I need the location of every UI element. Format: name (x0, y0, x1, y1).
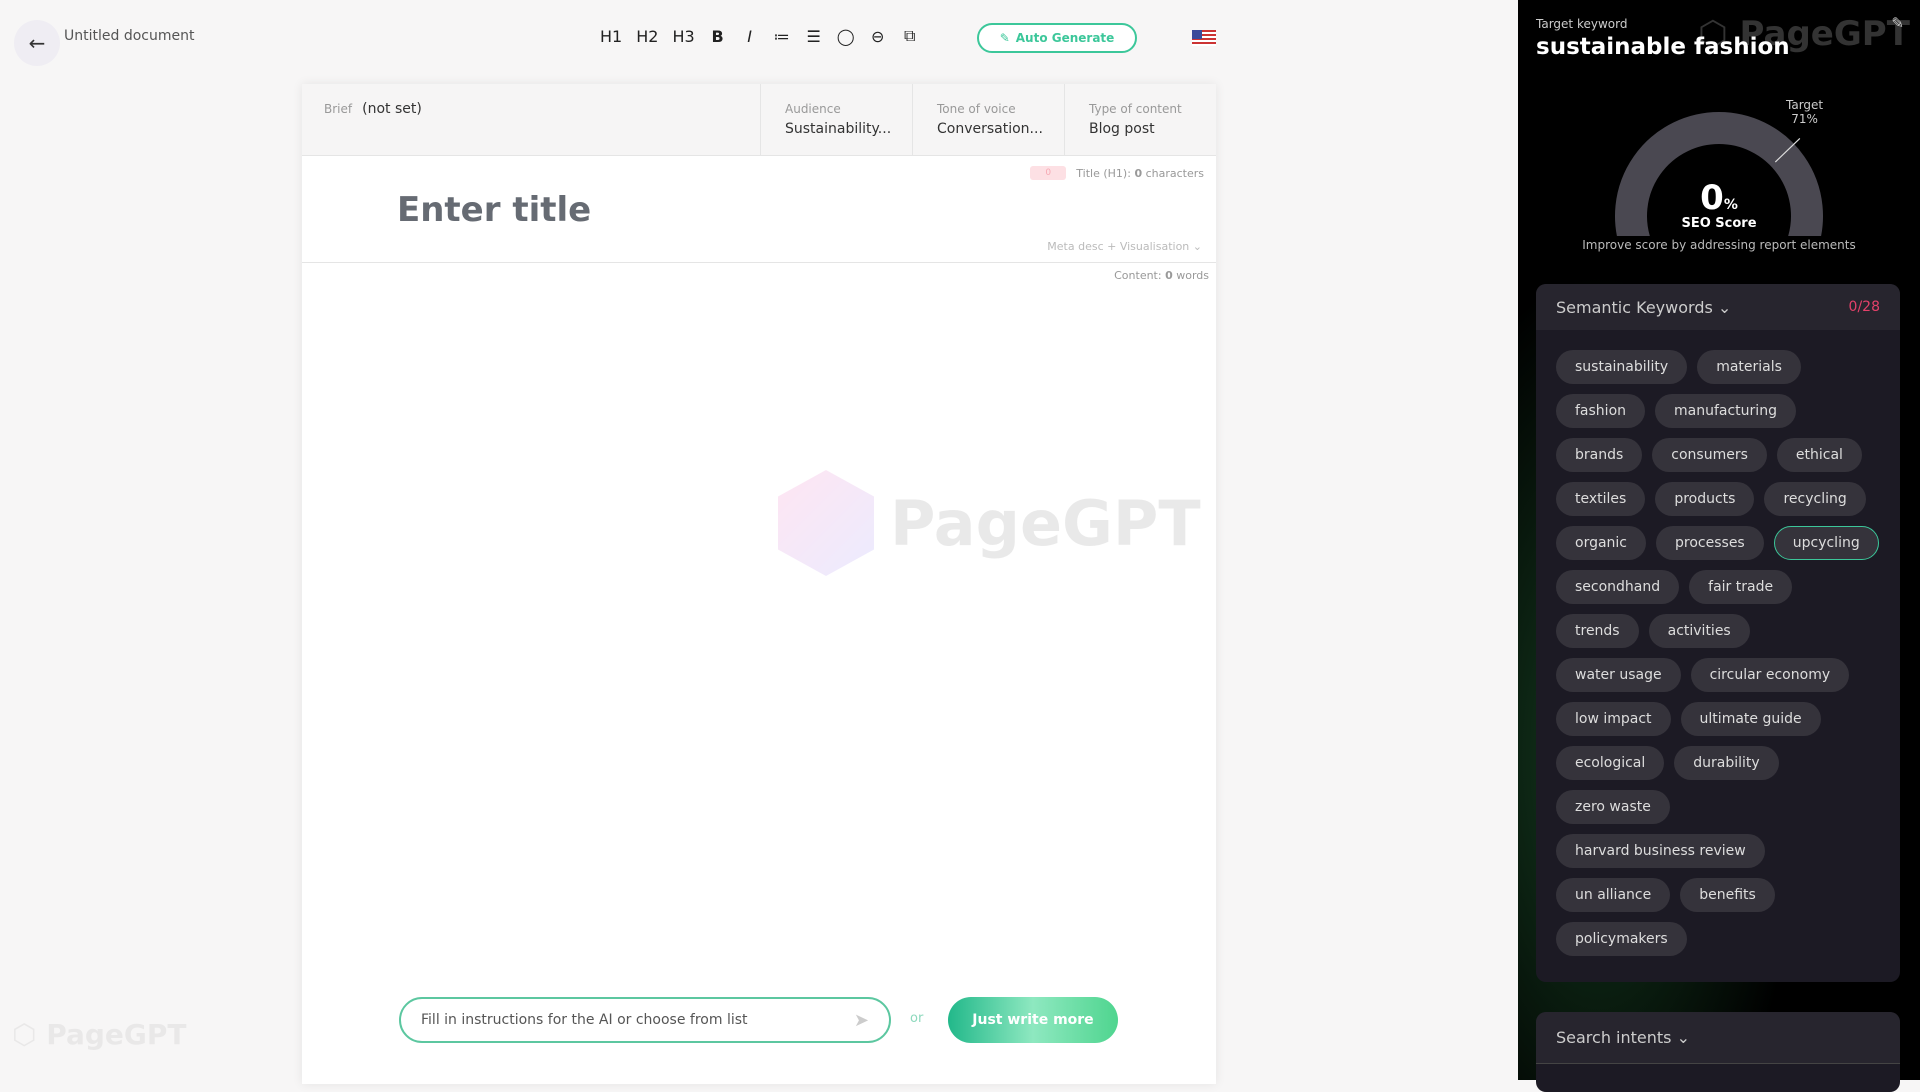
watermark-logo: PageGPT (778, 470, 1201, 576)
keyword-row: brands consumers ethical (1556, 438, 1880, 472)
top-bar: ← Untitled document H1 H2 H3 B I ≔ ☰ ◯ ⊖ ⧉ ✎ Auto … (0, 0, 1518, 76)
word-count: Content: 0 words (1114, 269, 1209, 282)
target-label: Target 71% (1786, 98, 1824, 126)
ai-instruction-input[interactable]: Fill in instructions for the AI or choos… (399, 997, 891, 1043)
keyword-row: water usage circular economy (1556, 658, 1880, 692)
tone-field[interactable]: Tone of voice Conversation... (912, 84, 1064, 155)
audience-field[interactable]: Audience Sustainability... (760, 84, 912, 155)
keyword-chip[interactable]: consumers (1652, 438, 1767, 472)
italic-button[interactable]: I (741, 27, 759, 46)
keyword-chip[interactable]: harvard business review (1556, 834, 1765, 868)
keyword-chip[interactable]: zero waste (1556, 790, 1670, 824)
keyword-chip[interactable]: recycling (1764, 482, 1866, 516)
keyword-chip[interactable]: trends (1556, 614, 1639, 648)
keyword-chip[interactable]: manufacturing (1655, 394, 1796, 428)
title-char-count: 0 Title (H1): 0 characters (1030, 166, 1204, 180)
meta-desc-toggle[interactable]: Meta desc + Visualisation ⌄ (1047, 240, 1202, 253)
ordered-list-button[interactable]: ≔ (773, 27, 791, 46)
or-label: or (910, 1011, 924, 1026)
copy-button[interactable]: ⧉ (901, 26, 919, 46)
brief-field[interactable]: Brief (not set) (302, 84, 760, 155)
keyword-chip[interactable]: materials (1697, 350, 1801, 384)
keyword-row: fashion manufacturing (1556, 394, 1880, 428)
target-keyword-label: Target keyword (1536, 17, 1628, 31)
content-type-field[interactable]: Type of content Blog post (1064, 84, 1216, 155)
keyword-chip[interactable]: processes (1656, 526, 1764, 560)
semantic-keywords-card: Semantic Keywords ⌄ 0/28 sustainability ma… (1536, 284, 1900, 982)
search-intents-header[interactable]: Search intents ⌄ (1536, 1012, 1900, 1064)
keyword-chip[interactable]: organic (1556, 526, 1647, 560)
seo-score-label: SEO Score (1681, 216, 1757, 231)
keyword-row: un alliance benefits (1556, 878, 1880, 912)
brief-bar: Brief (not set) Audience Sustainability...… (302, 84, 1216, 156)
keyword-chip[interactable]: brands (1556, 438, 1643, 472)
keyword-chip[interactable]: fashion (1556, 394, 1646, 428)
bullet-list-button[interactable]: ☰ (805, 27, 823, 46)
keyword-chip[interactable]: benefits (1680, 878, 1775, 912)
keyword-chip[interactable]: fair trade (1689, 570, 1793, 604)
format-toolbar: H1 H2 H3 B I ≔ ☰ ◯ ⊖ ⧉ (600, 26, 919, 46)
keyword-row: sustainability materials (1556, 350, 1880, 384)
editor: Brief (not set) Audience Sustainability...… (302, 84, 1216, 1084)
keyword-chip[interactable]: water usage (1556, 658, 1681, 692)
semantic-keywords-header[interactable]: Semantic Keywords ⌄ 0/28 (1536, 284, 1900, 330)
target-keyword: sustainable fashion (1536, 34, 1790, 60)
keyword-chip[interactable]: upcycling (1773, 526, 1879, 560)
keyword-row: secondhand fair trade (1556, 570, 1880, 604)
search-intents-card: Search intents ⌄ (1536, 1012, 1900, 1092)
keyword-chip[interactable]: policymakers (1556, 922, 1687, 956)
pencil-icon: ✎ (999, 31, 1010, 45)
keyword-row: textiles products recycling (1556, 482, 1880, 516)
keyword-chip[interactable]: sustainability (1556, 350, 1688, 384)
back-button[interactable]: ← (14, 20, 60, 66)
h1-button[interactable]: H1 (600, 27, 622, 46)
keyword-chip[interactable]: ethical (1776, 438, 1862, 472)
keyword-chip[interactable]: textiles (1556, 482, 1646, 516)
keyword-row: trends activities (1556, 614, 1880, 648)
keyword-chip[interactable]: ecological (1556, 746, 1665, 780)
document-title[interactable]: Untitled document (64, 28, 194, 44)
keyword-chip[interactable]: activities (1648, 614, 1750, 648)
link-button[interactable]: ⊖ (869, 27, 887, 46)
keyword-chip[interactable]: low impact (1556, 702, 1671, 736)
bold-button[interactable]: B (709, 27, 727, 46)
keyword-row: low impact ultimate guide (1556, 702, 1880, 736)
title-area: 0 Title (H1): 0 characters Enter title Me… (302, 156, 1216, 263)
just-write-more-button[interactable]: Just write more (948, 997, 1118, 1043)
keyword-chip[interactable]: products (1655, 482, 1755, 516)
comment-button[interactable]: ◯ (837, 27, 855, 46)
edit-icon[interactable]: ✎ (1891, 14, 1904, 32)
keyword-chip[interactable]: un alliance (1556, 878, 1671, 912)
keyword-chips: sustainability materials fashion manufactur… (1536, 330, 1900, 986)
keyword-row: harvard business review (1556, 834, 1880, 868)
h2-button[interactable]: H2 (636, 27, 658, 46)
score-hint: Improve score by addressing report eleme… (1582, 238, 1856, 252)
keyword-row: ecological durability (1556, 746, 1880, 780)
keyword-row: policymakers (1556, 922, 1880, 956)
keyword-chip[interactable]: ultimate guide (1680, 702, 1821, 736)
keyword-row: organic processes upcycling (1556, 526, 1880, 560)
send-icon[interactable]: ➤ (854, 1010, 869, 1031)
us-flag-icon[interactable] (1192, 30, 1216, 46)
seo-score-value: 0% (1700, 178, 1738, 218)
keyword-chip[interactable]: durability (1674, 746, 1779, 780)
keyword-chip[interactable]: secondhand (1556, 570, 1680, 604)
h3-button[interactable]: H3 (672, 27, 694, 46)
keyword-chip[interactable]: circular economy (1690, 658, 1850, 692)
auto-generate-button[interactable]: ✎ Auto Generate (977, 23, 1137, 53)
arrow-left-icon: ← (28, 31, 46, 55)
seo-panel: ⬡ PageGPT Target keyword sustainable fas… (1518, 0, 1920, 1092)
title-input[interactable]: Enter title (397, 190, 591, 230)
watermark-logo: ⬡ PageGPT (12, 1018, 187, 1051)
keyword-row: zero waste (1556, 790, 1880, 824)
